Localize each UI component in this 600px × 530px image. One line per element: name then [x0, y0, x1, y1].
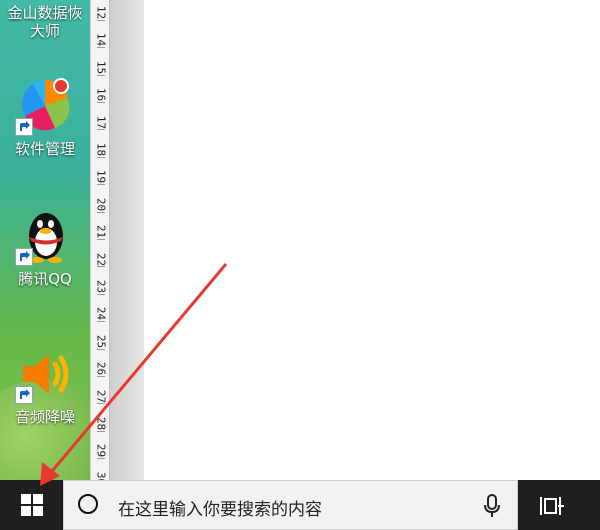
- ruler-tick: [97, 74, 105, 76]
- ruler-tick: [97, 184, 105, 186]
- ruler-tick: [97, 238, 105, 240]
- taskbar: 在这里输入你要搜索的内容: [0, 480, 600, 530]
- document-page[interactable]: [144, 0, 600, 480]
- speaker-icon: [15, 344, 75, 404]
- microphone-icon[interactable]: [484, 494, 500, 518]
- ruler-tick: [97, 47, 105, 49]
- desktop-icon-audio-denoise[interactable]: 音频降噪: [0, 344, 90, 426]
- search-placeholder: 在这里输入你要搜索的内容: [118, 500, 322, 520]
- desktop-icon-label: 音频降噪: [14, 408, 75, 426]
- ruler-tick: [97, 321, 105, 323]
- ruler-tick: [97, 129, 105, 131]
- desktop-icon-label: 腾讯QQ: [18, 270, 72, 288]
- software-manager-icon: [15, 76, 75, 136]
- vertical-ruler: 12 14 15 16 17 18 19 20 21 22 23 24 25 26 27 28 29 30: [90, 0, 110, 487]
- ruler-tick: [97, 458, 105, 460]
- ruler-tick: [97, 101, 105, 103]
- ruler-tick: [97, 19, 105, 21]
- desktop-icon-software-manager[interactable]: 软件管理: [0, 76, 90, 158]
- ruler-tick: [97, 403, 105, 405]
- qq-penguin-icon: [15, 206, 75, 266]
- shortcut-arrow-icon: [15, 248, 33, 266]
- desktop-icon-label: 软件管理: [14, 140, 75, 158]
- desktop-icon-data-recovery[interactable]: 金山数据恢 大师: [0, 4, 90, 40]
- shortcut-arrow-icon: [15, 386, 33, 404]
- shortcut-arrow-icon: [15, 118, 33, 136]
- desktop-background: 金山数据恢 大师 软件管理 腾讯QQ 音频降噪: [0, 0, 90, 480]
- task-view-icon[interactable]: [540, 495, 564, 517]
- taskbar-search-box[interactable]: 在这里输入你要搜索的内容: [63, 480, 518, 530]
- windows-logo-icon: [20, 494, 43, 516]
- ruler-tick: [97, 211, 105, 213]
- desktop-icon-qq[interactable]: 腾讯QQ: [0, 206, 90, 288]
- start-button[interactable]: [0, 480, 63, 530]
- ruler-tick: [97, 430, 105, 432]
- cortana-icon: [78, 494, 98, 514]
- ruler-tick: [97, 266, 105, 268]
- document-margin: [110, 0, 144, 480]
- desktop-icon-label: 金山数据恢 大师: [7, 4, 83, 40]
- ruler-tick: [97, 348, 105, 350]
- ruler-tick: [97, 156, 105, 158]
- ruler-tick: [97, 375, 105, 377]
- ruler-tick: [97, 293, 105, 295]
